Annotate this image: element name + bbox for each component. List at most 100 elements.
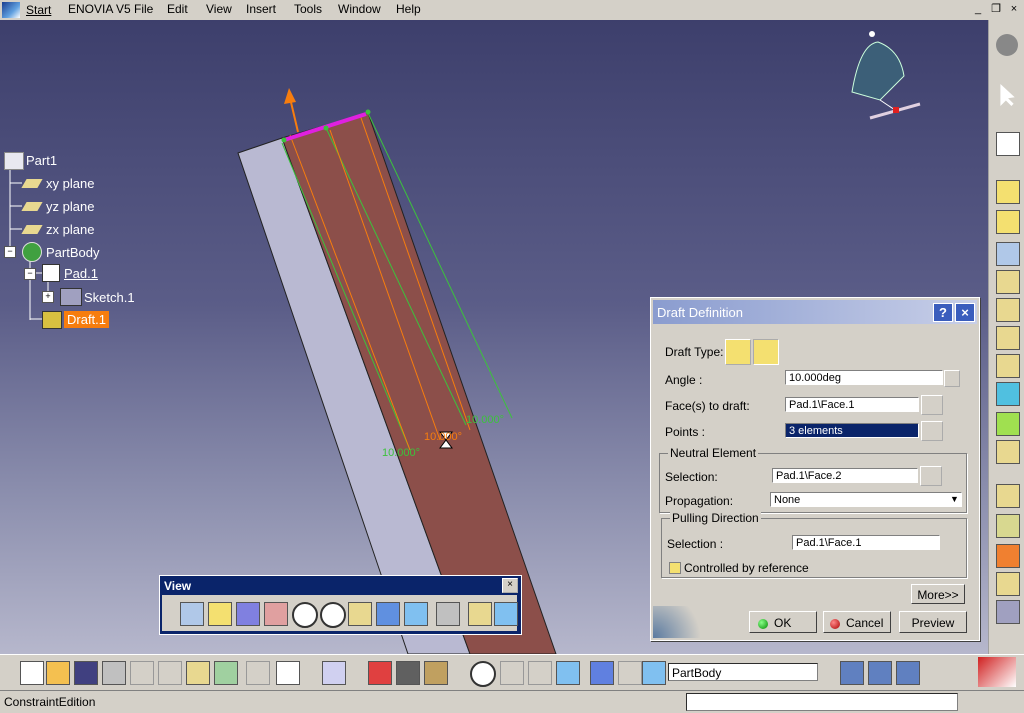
pulling-selection-input[interactable]: Pad.1\Face.1 — [792, 535, 940, 550]
axis-system-icon[interactable] — [500, 661, 524, 685]
tree-part1[interactable]: Part1 — [26, 153, 57, 168]
preview-button[interactable]: Preview — [899, 611, 967, 633]
shell-tool-icon[interactable] — [996, 412, 1020, 436]
new-file-icon[interactable] — [20, 661, 44, 685]
tree-partbody[interactable]: PartBody — [46, 245, 99, 260]
draft-tool-icon[interactable] — [996, 382, 1020, 406]
start-menu[interactable]: Start — [0, 0, 60, 20]
update-icon[interactable] — [322, 661, 346, 685]
tree-yz-plane[interactable]: yz plane — [46, 199, 94, 214]
fly-mode-icon[interactable] — [180, 602, 204, 626]
select-arrow-icon[interactable] — [1000, 84, 1015, 106]
iso-view-icon[interactable] — [404, 602, 428, 626]
swap-space-icon[interactable] — [494, 602, 518, 626]
menu-insert[interactable]: Insert — [246, 2, 276, 16]
zoom-in-icon[interactable] — [292, 602, 318, 628]
3d-compass-icon[interactable] — [556, 661, 580, 685]
pulling-direction-arrow[interactable] — [289, 97, 299, 133]
fit-all-icon[interactable] — [208, 602, 232, 626]
measure-inertia-icon[interactable] — [396, 661, 420, 685]
draft-angle-annotation[interactable]: 10.000° — [424, 431, 462, 443]
layer-icon[interactable] — [590, 661, 614, 685]
mirror-tool-icon[interactable] — [996, 572, 1020, 596]
pocket-tool-icon[interactable] — [996, 210, 1020, 234]
more-button[interactable]: More>> — [911, 584, 965, 604]
draft-angle-annotation[interactable]: 10.000° — [382, 447, 420, 459]
hole-tool-icon[interactable] — [996, 270, 1020, 294]
grid-snap-icon[interactable] — [528, 661, 552, 685]
draft-type-variable-icon[interactable] — [753, 339, 779, 365]
pan-icon[interactable] — [236, 602, 260, 626]
close-icon[interactable]: × — [1006, 2, 1022, 16]
menu-window[interactable]: Window — [338, 2, 381, 16]
open-folder-icon[interactable] — [46, 661, 70, 685]
pattern-tool-icon[interactable] — [996, 600, 1020, 624]
tree-zx-plane[interactable]: zx plane — [46, 222, 94, 237]
dialog-titlebar[interactable]: Draft Definition ? × — [653, 300, 977, 324]
save-icon[interactable] — [74, 661, 98, 685]
neutral-selector-icon[interactable] — [920, 466, 942, 486]
gear-icon[interactable] — [996, 34, 1018, 56]
normal-view-icon[interactable] — [348, 602, 372, 626]
close-icon[interactable]: × — [502, 578, 518, 593]
copy-icon[interactable] — [158, 661, 182, 685]
tree-draft1[interactable]: Draft.1 — [64, 311, 110, 328]
current-body-select[interactable]: PartBody — [668, 663, 818, 681]
print-icon[interactable] — [102, 661, 126, 685]
fillet-tool-icon[interactable] — [996, 326, 1020, 350]
whats-this-icon[interactable] — [276, 661, 300, 685]
points-input[interactable]: 3 elements — [785, 423, 919, 438]
menu-file[interactable]: File — [134, 2, 153, 16]
draft-angle-annotation[interactable]: 10.000° — [466, 414, 504, 426]
knowledge-icon[interactable] — [896, 661, 920, 685]
zoom-out-icon[interactable] — [320, 602, 346, 628]
angle-input[interactable]: 10.000deg — [785, 370, 943, 385]
compass-icon[interactable] — [851, 31, 921, 120]
menu-tools[interactable]: Tools — [294, 2, 322, 16]
propagation-select[interactable]: None — [770, 492, 962, 507]
split-tool-icon[interactable] — [996, 514, 1020, 538]
ok-button[interactable]: OK — [749, 611, 817, 633]
faces-input[interactable]: Pad.1\Face.1 — [785, 397, 919, 412]
controlled-checkbox[interactable] — [669, 562, 681, 574]
redo-icon[interactable] — [246, 661, 270, 685]
faces-selector-icon[interactable] — [921, 395, 943, 415]
menu-enovia[interactable]: ENOVIA V5 — [68, 2, 131, 16]
restore-icon[interactable]: ❐ — [988, 2, 1004, 16]
pad-tool-icon[interactable] — [996, 180, 1020, 204]
minimize-icon[interactable]: _ — [970, 2, 986, 16]
cancel-button[interactable]: Cancel — [823, 611, 891, 633]
work-object-icon[interactable] — [642, 661, 666, 685]
catalog-icon[interactable] — [868, 661, 892, 685]
undo-icon[interactable] — [214, 661, 238, 685]
sketcher-icon[interactable] — [996, 132, 1020, 156]
tree-pad1[interactable]: Pad.1 — [64, 266, 98, 281]
expand-icon[interactable]: + — [42, 291, 54, 303]
list-icon[interactable] — [618, 661, 642, 685]
boolean-tool-icon[interactable] — [996, 484, 1020, 508]
neutral-selection-input[interactable]: Pad.1\Face.2 — [772, 468, 918, 483]
angle-spinner-icon[interactable] — [944, 370, 960, 387]
cut-icon[interactable] — [130, 661, 154, 685]
shaft-tool-icon[interactable] — [996, 242, 1020, 266]
rib-tool-icon[interactable] — [996, 298, 1020, 322]
chevron-down-icon[interactable]: ▼ — [950, 494, 959, 504]
measure-icon[interactable] — [368, 661, 392, 685]
paste-icon[interactable] — [186, 661, 210, 685]
rotate-icon[interactable] — [264, 602, 288, 626]
command-input[interactable] — [686, 693, 958, 711]
thickness-tool-icon[interactable] — [996, 440, 1020, 464]
tree-sketch1[interactable]: Sketch.1 — [84, 290, 135, 305]
help-icon[interactable]: ? — [933, 303, 953, 322]
chamfer-tool-icon[interactable] — [996, 354, 1020, 378]
tree-xy-plane[interactable]: xy plane — [46, 176, 94, 191]
points-selector-icon[interactable] — [921, 421, 943, 441]
draft-type-reflect-icon[interactable] — [725, 339, 751, 365]
multi-view-icon[interactable] — [376, 602, 400, 626]
menu-help[interactable]: Help — [396, 2, 421, 16]
shading-icon[interactable] — [436, 602, 460, 626]
translate-tool-icon[interactable] — [996, 544, 1020, 568]
hide-show-icon[interactable] — [468, 602, 492, 626]
menu-edit[interactable]: Edit — [167, 2, 188, 16]
spiral-icon[interactable] — [470, 661, 496, 687]
